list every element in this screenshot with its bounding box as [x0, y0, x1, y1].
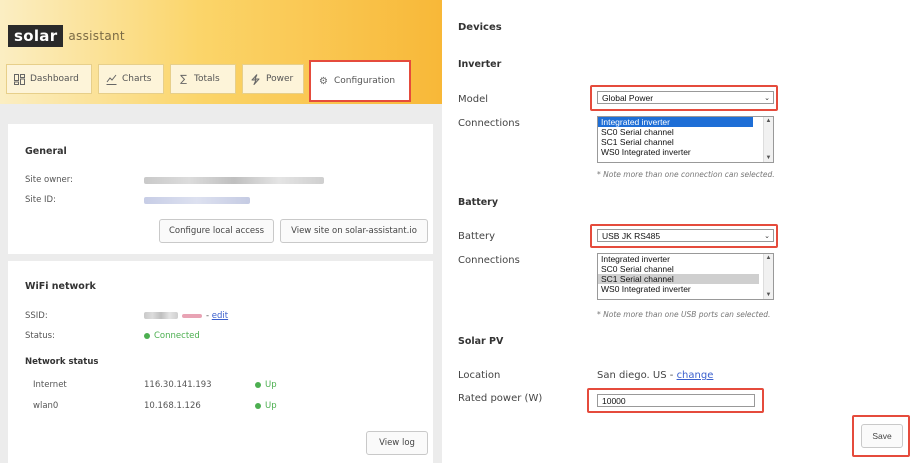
status-dot-icon — [255, 402, 261, 409]
view-site-button[interactable]: View site on solar-assistant.io — [280, 219, 428, 243]
general-title: General — [25, 146, 67, 157]
general-card: General Site owner: Site ID: Configure l… — [8, 124, 433, 254]
inverter-connections-listbox[interactable]: Integrated inverter SC0 Serial channel S… — [597, 116, 774, 163]
inverter-note: * Note more than one connection can sele… — [597, 170, 775, 179]
net-row-internet-ip: 116.30.141.193 — [144, 380, 212, 390]
inverter-connection-option[interactable]: SC0 Serial channel — [598, 127, 773, 137]
inverter-listbox-scrollbar[interactable]: ▲ ▼ — [763, 117, 773, 162]
net-row-wlan0-name: wlan0 — [33, 401, 59, 411]
scroll-down-icon[interactable]: ▼ — [764, 292, 773, 298]
battery-select-value: USB JK RS485 — [602, 230, 661, 241]
battery-note: * Note more than one USB ports can selec… — [597, 310, 771, 319]
location-value: San diego. US - — [597, 370, 674, 381]
scroll-down-icon[interactable]: ▼ — [764, 155, 773, 161]
status-label: Status: — [25, 331, 55, 341]
location-label: Location — [458, 370, 501, 381]
logo: solar assistant — [8, 25, 125, 47]
model-select[interactable]: Global Power ⌄ — [597, 91, 774, 104]
status-dot-icon — [255, 381, 261, 388]
inverter-connection-option[interactable]: Integrated inverter — [598, 117, 753, 127]
chart-icon — [106, 74, 117, 85]
site-owner-label: Site owner: — [25, 175, 73, 185]
tab-charts-label: Charts — [122, 74, 152, 84]
view-log-button[interactable]: View log — [366, 431, 428, 455]
inverter-connections-label: Connections — [458, 118, 520, 129]
ssid-edit-group: - edit — [206, 311, 228, 321]
site-owner-value-redacted — [144, 177, 324, 184]
tab-totals-label: Totals — [194, 74, 220, 84]
ssid-value-redacted — [144, 312, 178, 319]
net-row-internet-name: Internet — [33, 380, 67, 390]
net-row-wlan0-ip: 10.168.1.126 — [144, 401, 201, 411]
devices-title: Devices — [458, 22, 502, 33]
battery-connections-label: Connections — [458, 255, 520, 266]
gear-icon: ⚙ — [319, 75, 328, 87]
battery-select[interactable]: USB JK RS485 ⌄ — [597, 229, 774, 242]
location-change-link[interactable]: change — [677, 370, 714, 381]
tab-power[interactable]: Power — [242, 64, 304, 94]
location-value-group: San diego. US - change — [597, 370, 713, 381]
inverter-title: Inverter — [458, 59, 502, 70]
net-row-wlan0-state-text: Up — [265, 401, 277, 411]
model-label: Model — [458, 94, 489, 105]
battery-connection-option[interactable]: SC1 Serial channel — [598, 274, 759, 284]
battery-connection-option[interactable]: WS0 Integrated inverter — [598, 284, 773, 294]
rated-power-label: Rated power (W) — [458, 393, 543, 404]
inverter-connection-option[interactable]: WS0 Integrated inverter — [598, 147, 773, 157]
ssid-edit-link[interactable]: edit — [212, 311, 228, 321]
lightning-icon — [250, 73, 261, 85]
status-text: Connected — [154, 331, 200, 341]
rated-power-value: 10000 — [602, 395, 626, 406]
chevron-down-icon: ⌄ — [764, 95, 770, 102]
net-row-internet-state: Up — [255, 380, 277, 390]
site-id-label: Site ID: — [25, 195, 56, 205]
rated-power-input[interactable]: 10000 — [597, 394, 755, 407]
ssid-label: SSID: — [25, 311, 48, 321]
sigma-icon: ∑ — [180, 73, 187, 85]
logo-assistant-text: assistant — [68, 29, 125, 43]
inverter-connection-option[interactable]: SC1 Serial channel — [598, 137, 773, 147]
battery-connections-listbox[interactable]: Integrated inverter SC0 Serial channel S… — [597, 253, 774, 300]
configure-local-access-button[interactable]: Configure local access — [159, 219, 274, 243]
scroll-up-icon[interactable]: ▲ — [764, 255, 773, 261]
save-button[interactable]: Save — [861, 424, 903, 448]
battery-title: Battery — [458, 197, 499, 208]
tab-dashboard-label: Dashboard — [30, 74, 79, 84]
battery-listbox-scrollbar[interactable]: ▲ ▼ — [763, 254, 773, 299]
wifi-title: WiFi network — [25, 281, 96, 292]
status-value: Connected — [144, 331, 200, 341]
net-row-wlan0-state: Up — [255, 401, 277, 411]
left-panel: solar assistant Dashboard Charts ∑ Total… — [0, 0, 442, 463]
tab-configuration[interactable]: ⚙ Configuration — [309, 60, 411, 102]
solar-pv-title: Solar PV — [458, 336, 504, 347]
battery-connection-option[interactable]: Integrated inverter — [598, 254, 773, 264]
scroll-up-icon[interactable]: ▲ — [764, 118, 773, 124]
site-id-link-redacted[interactable] — [144, 197, 250, 204]
dashboard-grid-icon — [14, 73, 25, 85]
tab-charts[interactable]: Charts — [98, 64, 164, 94]
ssid-value-redacted-2 — [182, 314, 202, 318]
status-dot-icon — [144, 332, 150, 339]
logo-solar-text: solar — [8, 25, 64, 47]
tab-dashboard[interactable]: Dashboard — [6, 64, 92, 94]
tab-configuration-label: Configuration — [334, 76, 396, 86]
network-status-title: Network status — [25, 357, 99, 367]
chevron-down-icon: ⌄ — [764, 233, 770, 240]
wifi-card: WiFi network SSID: - edit Status: Connec… — [8, 261, 433, 463]
header-banner: solar assistant Dashboard Charts ∑ Total… — [0, 0, 442, 104]
tab-power-label: Power — [266, 74, 294, 84]
model-select-value: Global Power — [602, 92, 654, 103]
net-row-internet-state-text: Up — [265, 380, 277, 390]
tab-totals[interactable]: ∑ Totals — [170, 64, 236, 94]
battery-label: Battery — [458, 231, 496, 242]
battery-connection-option[interactable]: SC0 Serial channel — [598, 264, 773, 274]
